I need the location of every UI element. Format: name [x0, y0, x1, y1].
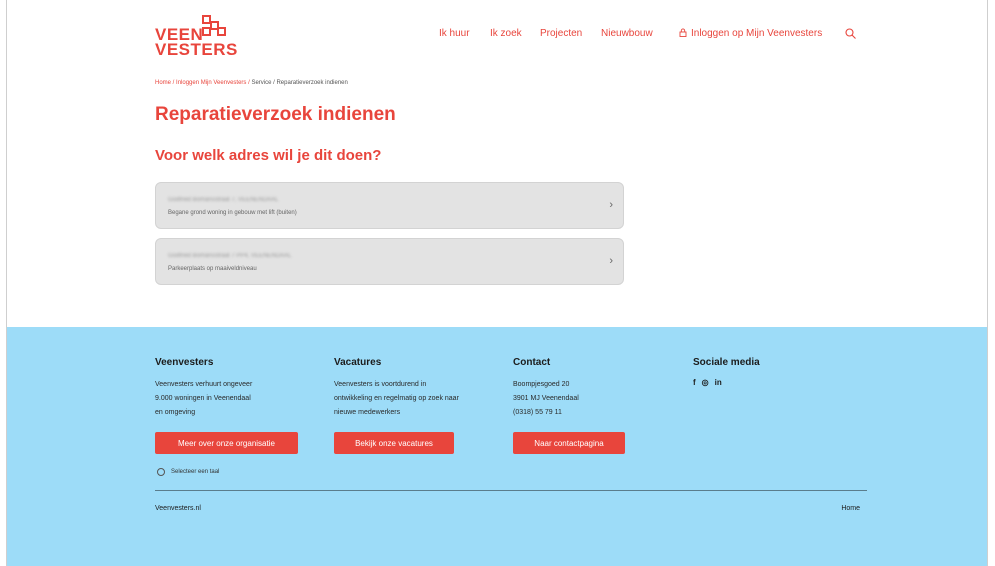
- nav-item-ik-huur[interactable]: Ik huur: [439, 28, 470, 39]
- nav-item-ik-zoek[interactable]: Ik zoek: [490, 28, 522, 39]
- breadcrumb-current: Reparatieverzoek indienen: [276, 80, 348, 86]
- vacatures-button[interactable]: Bekijk onze vacatures: [334, 432, 454, 454]
- logo[interactable]: VEEN VESTERS: [155, 14, 238, 59]
- address-text: Godfried Bomansstraat 7, VEENENDAAL: [168, 197, 279, 203]
- footer-home-link[interactable]: Home: [841, 505, 860, 512]
- footer-site-name: Veenvesters.nl: [155, 505, 201, 512]
- breadcrumb-service[interactable]: Service: [251, 80, 271, 86]
- footer-heading: Veenvesters: [155, 357, 214, 368]
- footer-heading: Contact: [513, 357, 551, 368]
- footer-col-social: Sociale media f ◎ in: [693, 357, 863, 387]
- search-icon[interactable]: [845, 28, 856, 42]
- login-link[interactable]: Inloggen op Mijn Veenvesters: [679, 28, 822, 39]
- address-description: Begane grond woning in gebouw met lift (…: [168, 210, 297, 216]
- address-option[interactable]: Godfried Bomansstraat 7 PP4, VEENENDAAL …: [155, 238, 624, 285]
- chevron-right-icon: ›: [609, 255, 613, 267]
- language-label: Selecteer een taal: [171, 469, 220, 475]
- globe-icon: [157, 468, 165, 476]
- contact-button[interactable]: Naar contactpagina: [513, 432, 625, 454]
- browser-viewport: VEEN VESTERS Ik huur Ik zoek Projecten N…: [6, 0, 988, 566]
- about-button[interactable]: Meer over onze organisatie: [155, 432, 298, 454]
- language-selector[interactable]: Selecteer een taal: [157, 468, 219, 476]
- logo-text-line2: VESTERS: [155, 40, 238, 59]
- footer-heading: Vacatures: [334, 357, 382, 368]
- address-option[interactable]: Godfried Bomansstraat 7, VEENENDAAL Bega…: [155, 182, 624, 229]
- address-question: Voor welk adres wil je dit doen?: [155, 147, 382, 164]
- linkedin-icon[interactable]: in: [715, 378, 722, 387]
- breadcrumb-home[interactable]: Home: [155, 80, 171, 86]
- facebook-icon[interactable]: f: [693, 378, 696, 387]
- address-text: Godfried Bomansstraat 7 PP4, VEENENDAAL: [168, 253, 292, 259]
- footer-divider: [155, 490, 867, 491]
- nav-item-nieuwbouw[interactable]: Nieuwbouw: [601, 28, 653, 39]
- nav-item-projecten[interactable]: Projecten: [540, 28, 582, 39]
- address-description: Parkeerplaats op maaiveldniveau: [168, 266, 257, 272]
- chevron-right-icon: ›: [609, 199, 613, 211]
- lock-icon: [679, 28, 687, 37]
- footer-col-vacatures: Vacatures Veenvesters is voortdurend in …: [334, 357, 504, 420]
- footer-col-about: Veenvesters Veenvesters verhuurt ongevee…: [155, 357, 325, 420]
- page-title: Reparatieverzoek indienen: [155, 104, 396, 125]
- footer-col-contact: Contact Boompjesgoed 20 3901 MJ Veenenda…: [513, 357, 683, 420]
- breadcrumb: Home / Inloggen Mijn Veenvesters / Servi…: [155, 80, 348, 86]
- breadcrumb-login[interactable]: Inloggen Mijn Veenvesters: [176, 80, 246, 86]
- login-label: Inloggen op Mijn Veenvesters: [691, 28, 823, 39]
- site-footer: Veenvesters Veenvesters verhuurt ongevee…: [7, 327, 987, 566]
- footer-heading: Sociale media: [693, 357, 760, 368]
- site-header: VEEN VESTERS Ik huur Ik zoek Projecten N…: [7, 0, 987, 70]
- instagram-icon[interactable]: ◎: [702, 378, 709, 387]
